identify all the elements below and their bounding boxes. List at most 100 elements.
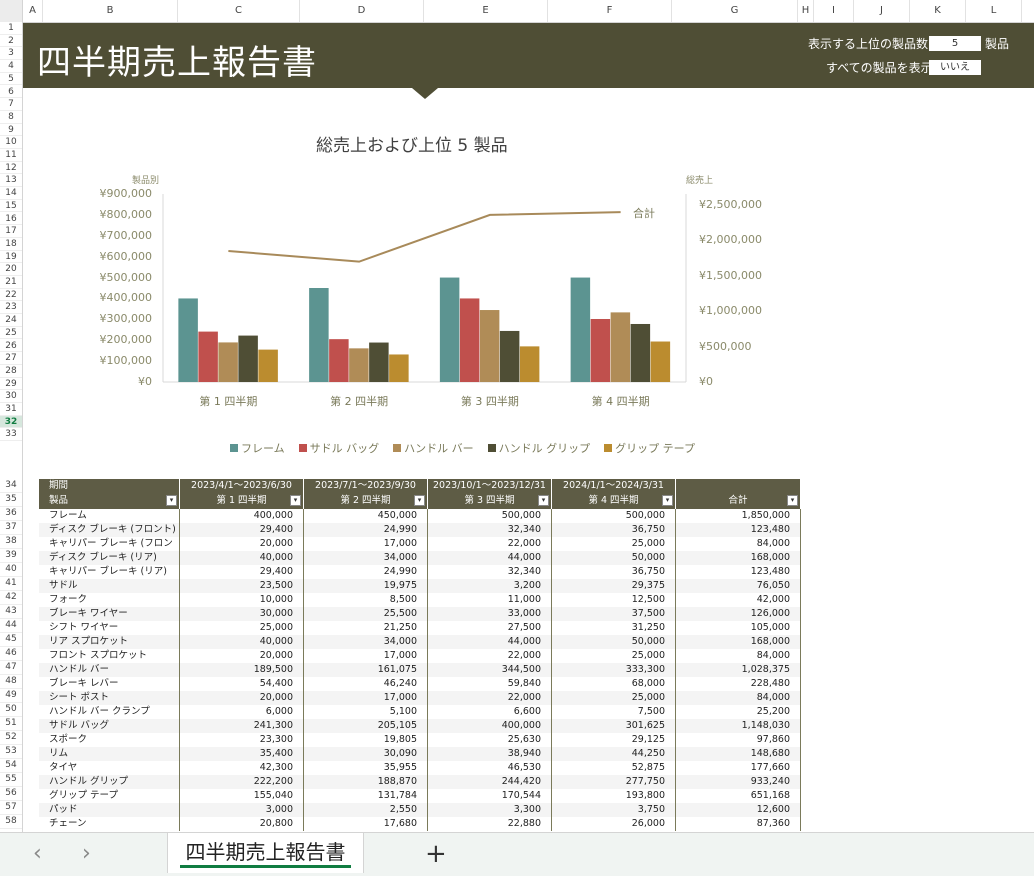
table-row[interactable]: チェーン 20,800 17,680 22,880 26,000 87,360	[39, 817, 801, 831]
product-name-cell[interactable]: リア スプロケット	[39, 635, 180, 649]
legend-item[interactable]: グリップ テープ	[604, 440, 695, 456]
table-row[interactable]: ディスク ブレーキ (フロント) 29,400 24,990 32,340 36,750…	[39, 523, 801, 537]
value-cell[interactable]: 301,625	[552, 719, 676, 733]
prev-sheet-button[interactable]: ‹	[33, 841, 42, 866]
value-cell[interactable]: 31,250	[552, 621, 676, 635]
value-cell[interactable]: 34,000	[304, 551, 428, 565]
product-name-cell[interactable]: パッド	[39, 803, 180, 817]
product-name-cell[interactable]: キャリパー ブレーキ (フロント)	[39, 537, 180, 563]
value-cell[interactable]: 27,500	[428, 621, 552, 635]
value-cell[interactable]: 22,000	[428, 649, 552, 663]
value-cell[interactable]: 228,480	[676, 677, 801, 691]
value-cell[interactable]: 17,680	[304, 817, 428, 831]
value-cell[interactable]: 22,000	[428, 691, 552, 705]
value-cell[interactable]: 7,500	[552, 705, 676, 719]
value-cell[interactable]: 6,000	[180, 705, 304, 719]
table-row[interactable]: ブレーキ レバー 54,400 46,240 59,840 68,000 228,480	[39, 677, 801, 691]
value-cell[interactable]: 10,000	[180, 593, 304, 607]
value-cell[interactable]: 123,480	[676, 565, 801, 579]
value-cell[interactable]: 3,300	[428, 803, 552, 817]
bar[interactable]	[218, 342, 238, 382]
value-cell[interactable]: 26,000	[552, 817, 676, 831]
product-name-cell[interactable]: タイヤ	[39, 761, 180, 775]
value-cell[interactable]: 123,480	[676, 523, 801, 537]
product-name-cell[interactable]: リム	[39, 747, 180, 761]
value-cell[interactable]: 50,000	[552, 635, 676, 649]
value-cell[interactable]: 1,148,030	[676, 719, 801, 733]
bar[interactable]	[630, 323, 651, 382]
value-cell[interactable]: 23,300	[180, 733, 304, 747]
value-cell[interactable]: 19,805	[304, 733, 428, 747]
value-cell[interactable]: 148,680	[676, 747, 801, 761]
value-cell[interactable]: 105,000	[676, 621, 801, 635]
product-name-cell[interactable]: フォーク	[39, 593, 180, 607]
sheet-tab-active[interactable]: 四半期売上報告書	[167, 833, 364, 873]
value-cell[interactable]: 29,400	[180, 565, 304, 579]
value-cell[interactable]: 161,075	[304, 663, 428, 677]
value-cell[interactable]: 2,550	[304, 803, 428, 817]
value-cell[interactable]: 59,840	[428, 677, 552, 691]
value-cell[interactable]: 46,530	[428, 761, 552, 775]
value-cell[interactable]: 24,990	[304, 565, 428, 579]
table-row[interactable]: フレーム 400,000 450,000 500,000 500,000 1,850,00…	[39, 509, 801, 523]
value-cell[interactable]: 22,000	[428, 537, 552, 551]
value-cell[interactable]: 205,105	[304, 719, 428, 733]
table-row[interactable]: タイヤ 42,300 35,955 46,530 52,875 177,660	[39, 761, 801, 775]
table-row[interactable]: リア スプロケット 40,000 34,000 44,000 50,000 168,000	[39, 635, 801, 649]
bar[interactable]	[389, 354, 409, 382]
value-cell[interactable]: 50,000	[552, 551, 676, 565]
value-cell[interactable]: 84,000	[676, 649, 801, 663]
value-cell[interactable]: 177,660	[676, 761, 801, 775]
bar[interactable]	[650, 341, 671, 382]
value-cell[interactable]: 168,000	[676, 551, 801, 565]
product-name-cell[interactable]: チェーン	[39, 817, 180, 831]
value-cell[interactable]: 333,300	[552, 663, 676, 677]
value-cell[interactable]: 193,800	[552, 789, 676, 803]
add-sheet-button[interactable]: +	[425, 839, 447, 869]
product-name-cell[interactable]: ハンドル バー クランプ	[39, 705, 180, 719]
value-cell[interactable]: 168,000	[676, 635, 801, 649]
table-row[interactable]: グリップ テープ 155,040 131,784 170,544 193,800 651,…	[39, 789, 801, 803]
value-cell[interactable]: 189,500	[180, 663, 304, 677]
filter-dropdown-icon[interactable]: ▾	[662, 495, 673, 506]
bar[interactable]	[499, 330, 520, 382]
product-name-cell[interactable]: グリップ テープ	[39, 789, 180, 803]
value-cell[interactable]: 29,400	[180, 523, 304, 537]
bar[interactable]	[329, 339, 349, 382]
product-name-cell[interactable]: ブレーキ ワイヤー	[39, 607, 180, 621]
table-row[interactable]: ハンドル バー クランプ 6,000 5,100 6,600 7,500 25,200	[39, 705, 801, 719]
value-cell[interactable]: 12,600	[676, 803, 801, 817]
value-cell[interactable]: 20,000	[180, 537, 304, 551]
value-cell[interactable]: 126,000	[676, 607, 801, 621]
value-cell[interactable]: 19,975	[304, 579, 428, 593]
product-name-cell[interactable]: ディスク ブレーキ (リア)	[39, 551, 180, 565]
table-row[interactable]: シート ポスト 20,000 17,000 22,000 25,000 84,000	[39, 691, 801, 705]
value-cell[interactable]: 44,250	[552, 747, 676, 761]
value-cell[interactable]: 44,000	[428, 551, 552, 565]
product-name-cell[interactable]: サドル	[39, 579, 180, 593]
table-row[interactable]: シフト ワイヤー 25,000 21,250 27,500 31,250 105,000	[39, 621, 801, 635]
value-cell[interactable]: 1,850,000	[676, 509, 801, 523]
product-name-cell[interactable]: ハンドル バー	[39, 663, 180, 677]
table-row[interactable]: サドル 23,500 19,975 3,200 29,375 76,050	[39, 579, 801, 593]
table-row[interactable]: スポーク 23,300 19,805 25,630 29,125 97,860	[39, 733, 801, 747]
value-cell[interactable]: 25,500	[304, 607, 428, 621]
table-row[interactable]: ハンドル グリップ 222,200 188,870 244,420 277,750 933…	[39, 775, 801, 789]
value-cell[interactable]: 244,420	[428, 775, 552, 789]
table-row[interactable]: ディスク ブレーキ (リア) 40,000 34,000 44,000 50,000 16…	[39, 551, 801, 565]
value-cell[interactable]: 46,240	[304, 677, 428, 691]
product-name-cell[interactable]: ディスク ブレーキ (フロント)	[39, 523, 180, 537]
value-cell[interactable]: 131,784	[304, 789, 428, 803]
product-name-cell[interactable]: ハンドル グリップ	[39, 775, 180, 789]
value-cell[interactable]: 25,000	[180, 621, 304, 635]
value-cell[interactable]: 20,800	[180, 817, 304, 831]
bar[interactable]	[519, 346, 540, 382]
value-cell[interactable]: 5,100	[304, 705, 428, 719]
value-cell[interactable]: 34,000	[304, 635, 428, 649]
value-cell[interactable]: 25,630	[428, 733, 552, 747]
value-cell[interactable]: 155,040	[180, 789, 304, 803]
filter-dropdown-icon[interactable]: ▾	[166, 495, 177, 506]
value-cell[interactable]: 54,400	[180, 677, 304, 691]
value-cell[interactable]: 241,300	[180, 719, 304, 733]
value-cell[interactable]: 500,000	[552, 509, 676, 523]
